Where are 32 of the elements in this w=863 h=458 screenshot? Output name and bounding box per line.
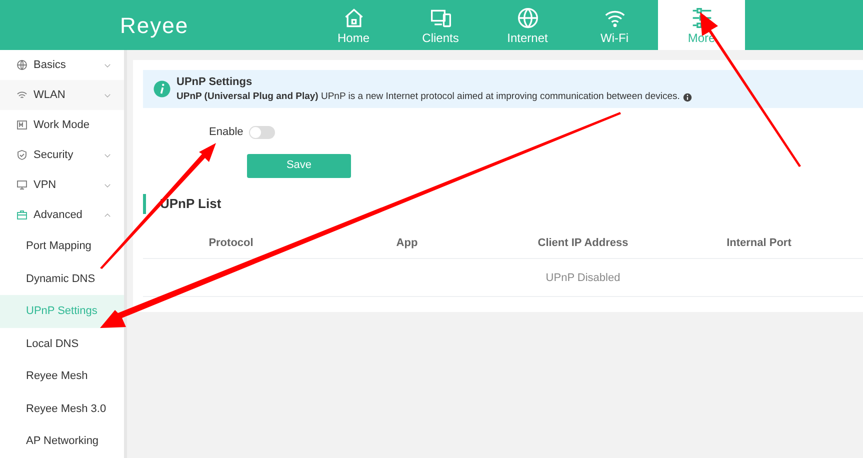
globe-icon <box>16 59 28 72</box>
info-text: UPnP (Universal Plug and Play) UPnP is a new Internet protocol aimed at improving communication between devices. <box>176 90 680 104</box>
column-header: Client IP Address <box>536 236 630 250</box>
panel-icon <box>16 119 28 132</box>
column-header: Protocol <box>208 236 254 250</box>
info-title: UPnP Settings <box>176 74 254 90</box>
sidebar-item[interactable]: Advanced <box>0 200 124 230</box>
sidebar-item[interactable]: VPN <box>0 170 124 200</box>
sidebar-subitem[interactable]: Reyee Mesh 3.0 <box>0 392 124 426</box>
sidebar-item[interactable]: Security <box>0 140 124 170</box>
home-icon <box>342 7 364 30</box>
enable-toggle[interactable] <box>248 126 275 139</box>
sidebar-item[interactable]: WLAN <box>0 80 124 110</box>
help-icon <box>682 92 692 102</box>
sidebar-subitem[interactable]: AP Networking <box>0 425 124 458</box>
sidebar-subitem[interactable]: Local DNS <box>0 328 124 360</box>
info-icon <box>153 80 171 98</box>
column-header: Internal Port <box>726 236 792 250</box>
shield-icon <box>16 149 28 162</box>
column-header: App <box>395 236 419 250</box>
enable-label: Enable <box>209 125 244 140</box>
sidebar-subitem[interactable]: Port Mapping <box>0 230 124 263</box>
sidebar-subitem[interactable]: Reyee Mesh <box>0 360 124 393</box>
empty-message: UPnP Disabled <box>546 272 620 284</box>
devices-icon <box>430 7 452 30</box>
logo: Reyee <box>120 12 190 40</box>
monitor-icon <box>16 179 28 192</box>
sidebar-subitem[interactable]: Dynamic DNS <box>0 262 124 296</box>
briefcase-icon <box>16 209 28 222</box>
sidebar-item[interactable]: Work Mode <box>0 110 124 140</box>
globe-icon <box>516 7 538 30</box>
sidebar-item[interactable]: Basics <box>0 50 124 80</box>
